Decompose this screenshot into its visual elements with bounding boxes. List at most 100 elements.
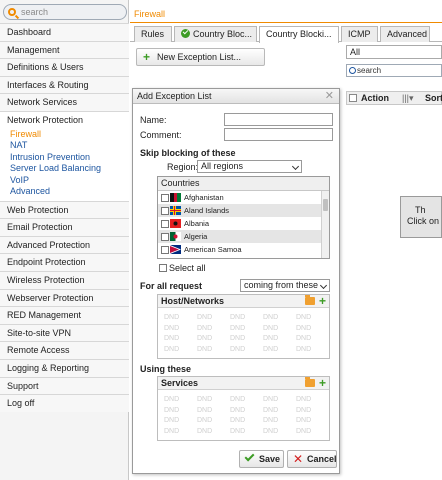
dnd-placeholder: DND <box>296 396 312 403</box>
dnd-placeholder: DND <box>296 406 312 414</box>
request-direction-select[interactable]: coming from these <box>240 279 330 292</box>
dnd-placeholder: DND <box>230 427 246 435</box>
dnd-placeholder: DND <box>197 335 213 342</box>
country-row-algeria[interactable]: Algeria <box>158 230 329 243</box>
menu-item-interfaces-routing[interactable]: Interfaces & Routing <box>0 75 129 94</box>
using-these-title: Using these <box>140 364 192 374</box>
services-drop-area[interactable]: DND DND DND DND DND DND DND DND DND DND DND DND DN… <box>158 390 329 437</box>
menu-item-wireless-protection[interactable]: Wireless Protection <box>0 270 129 289</box>
skip-blocking-title: Skip blocking of these <box>140 148 236 158</box>
country-checkbox[interactable] <box>161 220 169 228</box>
menu-item-network-services[interactable]: Network Services <box>0 93 129 111</box>
region-label: Region: <box>167 162 199 172</box>
new-exception-list-button[interactable]: + New Exception List... <box>136 48 265 66</box>
comment-input[interactable] <box>224 128 333 141</box>
menu-item-email-protection[interactable]: Email Protection <box>0 218 129 236</box>
country-row-american-samoa[interactable]: American Samoa <box>158 243 329 256</box>
search-icon <box>349 67 356 74</box>
menu-item-management[interactable]: Management <box>0 40 129 59</box>
menu-item-definitions-users[interactable]: Definitions & Users <box>0 58 129 76</box>
dnd-placeholder: DND <box>164 345 180 353</box>
dnd-placeholder: DND <box>296 427 312 435</box>
country-checkbox[interactable] <box>161 194 169 202</box>
menu-item-web-protection[interactable]: Web Protection <box>0 200 129 219</box>
submenu-item-server-load-balancing[interactable]: Server Load Balancing <box>0 163 129 175</box>
select-all-checkbox[interactable]: Select all <box>157 262 206 274</box>
submenu-item-firewall[interactable]: Firewall <box>0 129 129 141</box>
dnd-placeholder: DND <box>164 396 180 403</box>
submenu-item-advanced[interactable]: Advanced <box>0 186 129 198</box>
chevron-down-icon <box>291 162 300 171</box>
check-circle-icon <box>181 29 190 38</box>
afghanistan-flag-icon <box>170 193 181 202</box>
menu-item-red-management[interactable]: RED Management <box>0 306 129 324</box>
tab-country-blocking-exceptions[interactable]: Country Blocki... <box>259 26 339 43</box>
sidebar-search-placeholder: search <box>21 7 49 17</box>
menu-item-logging-reporting[interactable]: Logging & Reporting <box>0 358 129 377</box>
menu-item-site-to-site-vpn[interactable]: Site-to-site VPN <box>0 323 129 342</box>
country-row-aland-islands[interactable]: Aland Islands <box>158 204 329 217</box>
dnd-placeholder: DND <box>296 335 312 342</box>
select-all-label: Select all <box>169 263 206 273</box>
dnd-placeholder: DND <box>230 417 246 424</box>
menu-item-remote-access[interactable]: Remote Access <box>0 341 129 359</box>
sidebar-search-input[interactable]: search <box>3 4 127 20</box>
new-exception-list-label: New Exception List... <box>157 52 242 62</box>
plus-icon[interactable]: + <box>319 295 326 307</box>
close-icon[interactable]: ✕ <box>325 90 334 103</box>
tab-rules[interactable]: Rules <box>134 26 172 42</box>
dnd-placeholder: DND <box>197 427 213 435</box>
host-networks-box[interactable]: Host/Networks + DND DND DND DND DND DND DND DN… <box>157 294 330 359</box>
menu-item-dashboard[interactable]: Dashboard <box>0 23 129 41</box>
info-line-2: Click on <box>407 216 440 226</box>
menu-item-log-off[interactable]: Log off <box>0 394 129 412</box>
select-all-rows-checkbox[interactable] <box>349 94 357 102</box>
scrollbar-thumb[interactable] <box>323 199 328 211</box>
menu-item-webserver-protection[interactable]: Webserver Protection <box>0 288 129 307</box>
country-checkbox[interactable] <box>161 246 169 254</box>
submenu-item-voip[interactable]: VoIP <box>0 175 129 187</box>
folder-icon[interactable] <box>305 377 315 387</box>
dnd-placeholder: DND <box>296 345 312 353</box>
dnd-placeholder: DND <box>296 417 312 424</box>
sidebar: search Dashboard Management Definitions … <box>0 0 129 480</box>
dnd-placeholder: DND <box>263 396 279 403</box>
country-row-albania[interactable]: Albania <box>158 217 329 230</box>
menu-item-support[interactable]: Support <box>0 376 129 395</box>
country-row-afghanistan[interactable]: Afghanistan <box>158 191 329 204</box>
menu-item-advanced-protection[interactable]: Advanced Protection <box>0 235 129 254</box>
cancel-button[interactable]: ✕ Cancel <box>287 450 337 468</box>
dnd-placeholder: DND <box>263 335 279 342</box>
host-networks-drop-area[interactable]: DND DND DND DND DND DND DND DND DND DND DND DND DN… <box>158 308 329 355</box>
submenu-item-intrusion-prevention[interactable]: Intrusion Prevention <box>0 152 129 164</box>
column-action[interactable]: Action <box>361 92 389 104</box>
list-search-input[interactable]: search <box>346 64 442 77</box>
region-select[interactable]: All regions <box>197 160 302 173</box>
submenu-item-nat[interactable]: NAT <box>0 140 129 152</box>
column-chooser-icon[interactable]: |||▾ <box>402 92 414 104</box>
menu-item-network-protection[interactable]: Network Protection <box>0 110 129 129</box>
host-networks-title: Host/Networks <box>161 296 225 306</box>
info-line-1: Th <box>415 205 426 215</box>
menu-item-endpoint-protection[interactable]: Endpoint Protection <box>0 253 129 271</box>
save-button[interactable]: Save <box>239 450 284 468</box>
tab-icmp[interactable]: ICMP <box>341 26 378 42</box>
filter-select[interactable]: All <box>346 45 442 59</box>
dnd-placeholder: DND <box>230 335 246 342</box>
country-checkbox[interactable] <box>161 233 169 241</box>
countries-scrollbar[interactable] <box>321 191 329 258</box>
plus-icon[interactable]: + <box>319 377 326 389</box>
services-box[interactable]: Services + DND DND DND DND DND DND DND DND DND D… <box>157 376 330 441</box>
checkbox[interactable] <box>159 264 167 272</box>
dnd-placeholder: DND <box>197 417 213 424</box>
name-input[interactable] <box>224 113 333 126</box>
tab-advanced[interactable]: Advanced <box>380 26 430 42</box>
dnd-placeholder: DND <box>230 396 246 403</box>
column-sort[interactable]: Sort <box>425 92 442 104</box>
search-icon <box>8 8 16 16</box>
tab-country-blocking[interactable]: Country Bloc... <box>174 26 257 42</box>
dnd-placeholder: DND <box>164 417 180 424</box>
folder-icon[interactable] <box>305 295 315 305</box>
dnd-placeholder: DND <box>164 314 180 321</box>
country-checkbox[interactable] <box>161 207 169 215</box>
